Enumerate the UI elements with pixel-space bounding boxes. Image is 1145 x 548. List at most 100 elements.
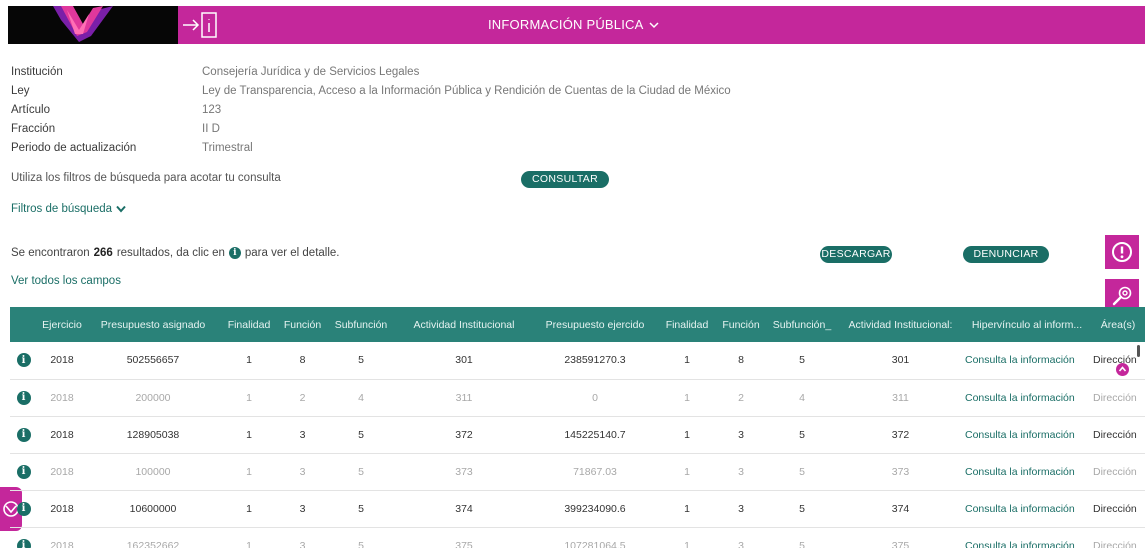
table-cell: 372	[838, 416, 963, 454]
consulta-link[interactable]: Consulta la información	[963, 342, 1091, 380]
scroll-up-button[interactable]	[1116, 363, 1129, 376]
table-cell: 2018	[37, 416, 87, 454]
info-icon[interactable]: i	[16, 538, 31, 548]
info-value: Consejería Jurídica y de Servicios Legal…	[202, 66, 420, 78]
table-cell: 1	[658, 379, 716, 417]
table-cell: 5	[326, 453, 396, 491]
consulta-link[interactable]: Consulta la información	[963, 490, 1091, 528]
table-cell: 5	[766, 342, 838, 380]
descargar-button[interactable]: DESCARGAR	[820, 246, 892, 263]
table-cell: 1	[219, 342, 279, 380]
table-cell: 372	[396, 416, 532, 454]
column-header[interactable]: Función	[279, 307, 326, 342]
wrench-icon	[1112, 286, 1132, 306]
exit-icon[interactable]	[181, 10, 221, 40]
table-cell: 311	[396, 379, 532, 417]
table-cell: 4	[326, 379, 396, 417]
table-cell: 5	[326, 527, 396, 548]
filters-toggle-label: Filtros de búsqueda	[11, 203, 113, 215]
column-header[interactable]: Finalidad	[658, 307, 716, 342]
table-cell: 374	[396, 490, 532, 528]
column-header[interactable]: Presupuesto ejercido	[532, 307, 658, 342]
row-detail-cell: i	[10, 416, 37, 454]
info-icon[interactable]: i	[16, 353, 31, 368]
info-label: Periodo de actualización	[11, 142, 137, 154]
column-header[interactable]: Presupuesto asignado	[87, 307, 219, 342]
filters-toggle[interactable]: Filtros de búsqueda	[11, 203, 126, 215]
table-cell: 5	[766, 453, 838, 491]
table-cell: 0	[532, 379, 658, 417]
results-summary: Se encontraron 266 resultados, da clic e…	[11, 247, 340, 259]
info-icon[interactable]: i	[16, 427, 31, 442]
column-header[interactable]: Actividad Institucional	[396, 307, 532, 342]
column-header[interactable]: Finalidad	[219, 307, 279, 342]
table-cell: 107281064.5	[532, 527, 658, 548]
logo	[8, 6, 178, 44]
table-cell: 2	[279, 379, 326, 417]
info-icon[interactable]: i	[16, 501, 31, 516]
ver-todos-link[interactable]: Ver todos los campos	[11, 275, 121, 287]
consulta-link[interactable]: Consulta la información	[963, 453, 1091, 491]
table-cell: 5	[326, 490, 396, 528]
info-icon[interactable]: i	[16, 390, 31, 405]
table-cell: 5	[766, 416, 838, 454]
table-cell: 2018	[37, 379, 87, 417]
chevron-down-icon	[116, 205, 126, 213]
consulta-link[interactable]: Consulta la información	[963, 379, 1091, 417]
table-cell: 3	[716, 453, 766, 491]
table-cell: 128905038	[87, 416, 219, 454]
scrollbar[interactable]	[1137, 345, 1140, 357]
row-detail-cell: i	[10, 527, 37, 548]
table-cell: 3	[716, 527, 766, 548]
consultar-button[interactable]: CONSULTAR	[521, 171, 609, 188]
table-cell: 3	[279, 416, 326, 454]
table-cell: 200000	[87, 379, 219, 417]
column-header[interactable]: Actividad Institucional:	[838, 307, 963, 342]
row-detail-cell: i	[10, 379, 37, 417]
table-row: i 2018 100000 1 3 5 373 71867.03 1 3 5 373 Consulta …	[10, 453, 1145, 491]
section-menu[interactable]: INFORMACIÓN PÚBLICA	[488, 17, 660, 32]
arrow-up-icon	[1118, 366, 1127, 372]
table-cell: 301	[838, 342, 963, 380]
table-row: i 2018 502556657 1 8 5 301 238591270.3 1 8 5 301 Con…	[10, 342, 1145, 380]
column-header[interactable]: Función	[716, 307, 766, 342]
consulta-link[interactable]: Consulta la información	[963, 527, 1091, 548]
table-cell: 100000	[87, 453, 219, 491]
table-cell: Dirección	[1091, 527, 1145, 548]
table-cell: 1	[219, 453, 279, 491]
results-suffix: para ver el detalle.	[244, 247, 340, 259]
info-label: Artículo	[11, 104, 50, 116]
column-header[interactable]: Subfunción_	[766, 307, 838, 342]
alert-icon	[1112, 242, 1132, 262]
info-label: Ley	[11, 85, 30, 97]
info-icon: i	[228, 247, 241, 259]
table-cell: 1	[219, 416, 279, 454]
results-prefix: Se encontraron	[11, 247, 90, 259]
info-value: 123	[202, 104, 222, 116]
consulta-link[interactable]: Consulta la información	[963, 416, 1091, 454]
column-header[interactable]: Subfunción	[326, 307, 396, 342]
table-cell: 1	[658, 342, 716, 380]
info-icon[interactable]: i	[16, 464, 31, 479]
table-cell: 399234090.6	[532, 490, 658, 528]
column-header[interactable]: Ejercicio	[37, 307, 87, 342]
table-cell: 162352662	[87, 527, 219, 548]
results-middle: resultados, da clic en	[116, 247, 225, 259]
table-cell: 5	[766, 527, 838, 548]
table-cell: 311	[838, 379, 963, 417]
table-row: i 2018 128905038 1 3 5 372 145225140.7 1 3 5 372 Con…	[10, 416, 1145, 454]
row-detail-cell: i	[10, 453, 37, 491]
table-cell: 8	[279, 342, 326, 380]
info-row-fraccion: Fracción II D	[11, 120, 731, 139]
table-cell: 2018	[37, 342, 87, 380]
column-header[interactable]: Hipervínculo al inform...	[963, 307, 1091, 342]
table-cell: Dirección	[1091, 453, 1145, 491]
table-cell: 375	[838, 527, 963, 548]
denunciar-button[interactable]: DENUNCIAR	[963, 246, 1049, 263]
table-cell: 238591270.3	[532, 342, 658, 380]
column-header[interactable]: Área(s)	[1091, 307, 1145, 342]
table-row: i 2018 10600000 1 3 5 374 399234090.6 1 3 5 374 Cons…	[10, 490, 1145, 528]
table-cell: 5	[766, 490, 838, 528]
table-cell: 8	[716, 342, 766, 380]
alert-button[interactable]	[1105, 235, 1139, 269]
